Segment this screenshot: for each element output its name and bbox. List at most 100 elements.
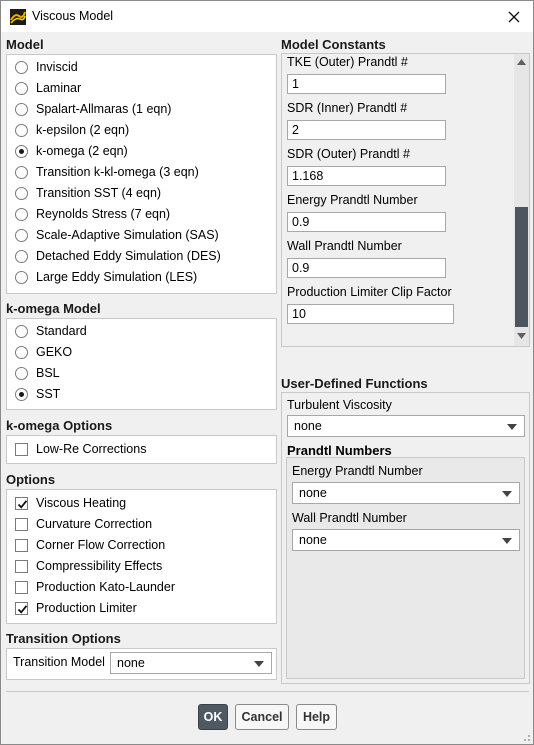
checkbox-viscous-heating[interactable]: Viscous Heating [15, 494, 126, 512]
turbulent-viscosity-select[interactable]: none [287, 415, 525, 437]
radio-button[interactable] [15, 123, 28, 137]
checkbox[interactable] [15, 442, 28, 456]
radio-transition-k-kl-omega-3-eqn[interactable]: Transition k-kl-omega (3 eqn) [15, 163, 199, 181]
checkbox[interactable] [15, 601, 28, 615]
radio-bsl[interactable]: BSL [15, 364, 60, 382]
udf-section-title: User-Defined Functions [281, 376, 428, 391]
constant-input-production-limiter-clip-factor[interactable]: 10 [287, 304, 454, 324]
checkbox-curvature-correction[interactable]: Curvature Correction [15, 515, 152, 533]
radio-label: k-omega (2 eqn) [36, 144, 128, 158]
checkbox-production-limiter[interactable]: Production Limiter [15, 599, 137, 617]
constant-label-sdr-outer-prandtl: SDR (Outer) Prandtl # [287, 147, 410, 161]
radio-label: Standard [36, 324, 87, 338]
transition-model-select[interactable]: none [110, 652, 272, 674]
options-section-title: Options [6, 472, 56, 487]
constant-label-sdr-inner-prandtl: SDR (Inner) Prandtl # [287, 101, 408, 115]
wall-prandtl-select[interactable]: none [292, 529, 520, 551]
radio-geko[interactable]: GEKO [15, 343, 72, 361]
radio-button[interactable] [15, 387, 28, 401]
komega-options-group: Low-Re Corrections [6, 435, 277, 464]
radio-laminar[interactable]: Laminar [15, 79, 81, 97]
resize-grip-icon[interactable] [521, 732, 531, 742]
energy-prandtl-select[interactable]: none [292, 482, 520, 504]
turbulent-viscosity-value: none [294, 419, 322, 433]
constant-input-energy-prandtl-number[interactable]: 0.9 [287, 212, 446, 232]
checkmark-icon [17, 499, 28, 509]
checkbox-label: Production Limiter [36, 601, 137, 615]
radio-button[interactable] [15, 165, 28, 179]
radio-button[interactable] [15, 186, 28, 200]
radio-button[interactable] [15, 228, 28, 242]
radio-detached-eddy-simulation-des[interactable]: Detached Eddy Simulation (DES) [15, 247, 221, 265]
constant-label-production-limiter-clip-factor: Production Limiter Clip Factor [287, 285, 452, 299]
constant-input-sdr-inner-prandtl[interactable]: 2 [287, 120, 446, 140]
constant-label-energy-prandtl-number: Energy Prandtl Number [287, 193, 418, 207]
checkbox[interactable] [15, 517, 28, 531]
model-group: Inviscid Laminar Spalart-Allmaras (1 eqn) k… [6, 54, 277, 294]
ok-button[interactable]: OK [198, 704, 228, 730]
radio-button[interactable] [15, 270, 28, 284]
radio-button[interactable] [15, 345, 28, 359]
scroll-up-icon[interactable] [517, 59, 526, 65]
checkbox[interactable] [15, 580, 28, 594]
constant-input-sdr-outer-prandtl[interactable]: 1.168 [287, 166, 446, 186]
model-constants-list: TKE (Outer) Prandtl # 1 SDR (Inner) Prandt… [282, 54, 514, 346]
checkbox[interactable] [15, 538, 28, 552]
checkbox[interactable] [15, 559, 28, 573]
radio-label: Detached Eddy Simulation (DES) [36, 249, 221, 263]
radio-inviscid[interactable]: Inviscid [15, 58, 78, 76]
close-button[interactable] [495, 1, 533, 32]
energy-prandtl-label: Energy Prandtl Number [292, 464, 423, 478]
checkbox-label: Compressibility Effects [36, 559, 163, 573]
window-title: Viscous Model [32, 9, 114, 23]
radio-button[interactable] [15, 366, 28, 380]
chevron-down-icon [254, 661, 264, 667]
radio-standard[interactable]: Standard [15, 322, 87, 340]
radio-button[interactable] [15, 249, 28, 263]
radio-button[interactable] [15, 144, 28, 158]
checkbox-label: Production Kato-Launder [36, 580, 175, 594]
radio-button[interactable] [15, 60, 28, 74]
model-constants-panel: TKE (Outer) Prandtl # 1 SDR (Inner) Prandt… [281, 53, 530, 347]
prandtl-numbers-title: Prandtl Numbers [287, 443, 392, 458]
constant-label-wall-prandtl-number: Wall Prandtl Number [287, 239, 402, 253]
scrollbar-thumb[interactable] [515, 207, 528, 327]
prandtl-numbers-group: Energy Prandtl Number none Wall Prandtl … [286, 457, 525, 679]
radio-button[interactable] [15, 81, 28, 95]
radio-label: Transition SST (4 eqn) [36, 186, 162, 200]
checkbox-compressibility-effects[interactable]: Compressibility Effects [15, 557, 162, 575]
checkbox-corner-flow-correction[interactable]: Corner Flow Correction [15, 536, 165, 554]
radio-k-omega-2-eqn[interactable]: k-omega (2 eqn) [15, 142, 128, 160]
wall-prandtl-label: Wall Prandtl Number [292, 511, 407, 525]
constant-label-tke-outer-prandtl: TKE (Outer) Prandtl # [287, 55, 408, 69]
checkbox-low-re-corrections[interactable]: Low-Re Corrections [15, 440, 146, 458]
scroll-down-icon[interactable] [517, 333, 526, 339]
radio-button[interactable] [15, 207, 28, 221]
help-button[interactable]: Help [296, 704, 337, 730]
constant-input-tke-outer-prandtl[interactable]: 1 [287, 74, 446, 94]
title-bar: Viscous Model [1, 1, 533, 32]
checkbox-production-kato-launder[interactable]: Production Kato-Launder [15, 578, 175, 596]
radio-transition-sst-4-eqn[interactable]: Transition SST (4 eqn) [15, 184, 161, 202]
radio-button[interactable] [15, 324, 28, 338]
checkbox-label: Corner Flow Correction [36, 538, 166, 552]
wall-prandtl-value: none [299, 533, 327, 547]
chevron-down-icon [502, 491, 512, 497]
model-section-title: Model [6, 37, 44, 52]
transition-model-label: Transition Model [13, 655, 105, 669]
radio-large-eddy-simulation-les[interactable]: Large Eddy Simulation (LES) [15, 268, 197, 286]
cancel-button[interactable]: Cancel [235, 704, 289, 730]
radio-k-epsilon-2-eqn[interactable]: k-epsilon (2 eqn) [15, 121, 129, 139]
radio-spalart-allmaras-1-eqn[interactable]: Spalart-Allmaras (1 eqn) [15, 100, 171, 118]
footer-divider [6, 691, 529, 692]
radio-button[interactable] [15, 102, 28, 116]
radio-sst[interactable]: SST [15, 385, 60, 403]
constants-scrollbar[interactable] [514, 54, 529, 346]
radio-reynolds-stress-7-eqn[interactable]: Reynolds Stress (7 eqn) [15, 205, 170, 223]
close-icon [508, 11, 520, 22]
constant-input-wall-prandtl-number[interactable]: 0.9 [287, 258, 446, 278]
komega-model-group: Standard GEKO BSL SST [6, 318, 277, 410]
checkbox-label: Viscous Heating [36, 496, 127, 510]
radio-scale-adaptive-simulation-sas[interactable]: Scale-Adaptive Simulation (SAS) [15, 226, 219, 244]
checkbox[interactable] [15, 496, 28, 510]
